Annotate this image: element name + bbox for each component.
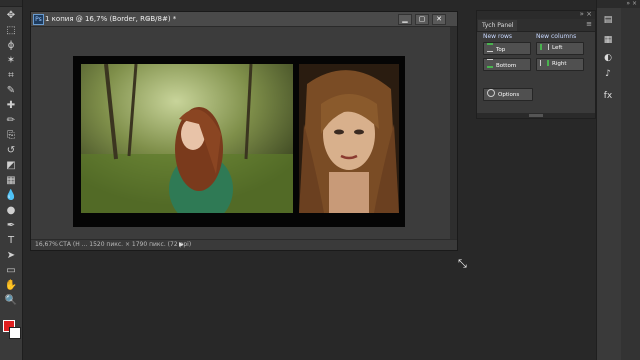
panel-scrollbar[interactable] bbox=[477, 113, 595, 118]
magic-wand-icon[interactable]: ✶ bbox=[4, 55, 18, 67]
crop-icon[interactable]: ⌗ bbox=[4, 70, 18, 82]
tools-panel-grip[interactable] bbox=[0, 0, 22, 7]
document-tab[interactable]: Ps 1 копия @ 16,7% (Border, RGB/8#) * × … bbox=[31, 12, 457, 27]
marquee-icon[interactable]: ⬚ bbox=[4, 25, 18, 37]
type-icon[interactable]: T bbox=[4, 235, 18, 247]
row-top-icon bbox=[487, 43, 493, 52]
status-menu-arrow-icon[interactable]: ▶ bbox=[179, 240, 184, 250]
dock-header[interactable]: » × bbox=[597, 0, 640, 8]
brush-icon[interactable]: ✏ bbox=[4, 115, 18, 127]
photoshop-doc-icon: Ps bbox=[33, 14, 44, 25]
bottom-button-label: Bottom bbox=[496, 63, 517, 69]
right-button[interactable]: Right bbox=[536, 58, 584, 71]
close-window-button[interactable]: ✕ bbox=[432, 14, 446, 25]
document-title[interactable]: 1 копия @ 16,7% (Border, RGB/8#) * bbox=[45, 12, 176, 26]
dodge-icon[interactable]: ● bbox=[4, 205, 18, 217]
status-bar: 16,67% СТА (Н ... 1520 пикс. × 1790 пикс… bbox=[31, 239, 457, 250]
tab-tych-panel[interactable]: Tych Panel bbox=[478, 20, 518, 31]
move-icon[interactable]: ✥ bbox=[4, 10, 18, 22]
panel-menu-icon[interactable]: ≡ bbox=[586, 20, 592, 28]
document-info: СТА (Н ... 1520 пикс. × 1790 пикс. (72 p… bbox=[59, 241, 192, 248]
path-select-icon[interactable]: ➤ bbox=[4, 250, 18, 262]
right-dock: » × ▤ ▦ ◐ ♪ fx bbox=[596, 0, 640, 360]
options-icon bbox=[487, 89, 495, 97]
document-window: Ps 1 копия @ 16,7% (Border, RGB/8#) * × … bbox=[30, 11, 458, 251]
options-button[interactable]: Options bbox=[483, 88, 533, 101]
audio-icon[interactable]: ♪ bbox=[601, 68, 615, 80]
zoom-icon[interactable]: 🔍 bbox=[4, 295, 18, 307]
shape-icon[interactable]: ▭ bbox=[4, 265, 18, 277]
panel-header[interactable]: » × bbox=[477, 10, 595, 19]
healing-brush-icon[interactable]: ✚ bbox=[4, 100, 18, 112]
history-icon[interactable]: ▤ bbox=[601, 14, 615, 26]
top-button[interactable]: Top bbox=[483, 42, 531, 55]
photo-right bbox=[299, 64, 399, 213]
blur-icon[interactable]: 💧 bbox=[4, 190, 18, 202]
lasso-icon[interactable]: ϕ bbox=[4, 40, 18, 52]
history-brush-icon[interactable]: ↺ bbox=[4, 145, 18, 157]
gradient-icon[interactable]: ▦ bbox=[4, 175, 18, 187]
vertical-scrollbar[interactable] bbox=[450, 27, 457, 240]
resize-cursor-icon: ⤡ bbox=[458, 257, 467, 270]
left-button[interactable]: Left bbox=[536, 42, 584, 55]
bottom-button[interactable]: Bottom bbox=[483, 58, 531, 71]
options-button-label: Options bbox=[498, 92, 520, 98]
photo-left bbox=[81, 64, 293, 213]
pen-icon[interactable]: ✒ bbox=[4, 220, 18, 232]
eraser-icon[interactable]: ◩ bbox=[4, 160, 18, 172]
zoom-level[interactable]: 16,67% bbox=[35, 240, 58, 250]
left-button-label: Left bbox=[552, 45, 563, 51]
color-swatches[interactable] bbox=[3, 320, 21, 342]
color-icon[interactable]: ▦ bbox=[601, 34, 615, 46]
row-bottom-icon bbox=[487, 59, 493, 68]
tych-border bbox=[73, 56, 405, 227]
tools-panel: ✥ ⬚ ϕ ✶ ⌗ ✎ ✚ ✏ ⎘ ↺ ◩ ▦ 💧 ● ✒ T ➤ ▭ ✋ 🔍 bbox=[0, 0, 23, 360]
panel-tabs: Tych Panel ≡ bbox=[477, 19, 595, 32]
canvas-area[interactable] bbox=[31, 27, 449, 240]
panel-close-icon[interactable]: » × bbox=[580, 10, 592, 18]
adjustments-icon[interactable]: ◐ bbox=[601, 52, 615, 64]
minimize-button[interactable]: ▁ bbox=[398, 14, 412, 25]
eyedropper-icon[interactable]: ✎ bbox=[4, 85, 18, 97]
new-columns-label: New columns bbox=[536, 33, 577, 40]
top-button-label: Top bbox=[496, 47, 506, 53]
close-tab-icon[interactable]: × bbox=[145, 12, 151, 26]
maximize-button[interactable]: ▢ bbox=[415, 14, 429, 25]
new-rows-label: New rows bbox=[483, 33, 513, 40]
tych-panel: » × Tych Panel ≡ New rows New columns To… bbox=[476, 10, 596, 119]
right-button-label: Right bbox=[552, 61, 567, 67]
hand-icon[interactable]: ✋ bbox=[4, 280, 18, 292]
styles-icon[interactable]: fx bbox=[601, 90, 615, 102]
dock-column bbox=[621, 8, 640, 360]
panel-scroll-thumb[interactable] bbox=[529, 114, 543, 117]
column-left-icon bbox=[540, 44, 549, 50]
clone-stamp-icon[interactable]: ⎘ bbox=[4, 130, 18, 142]
column-right-icon bbox=[540, 60, 549, 66]
background-color-swatch[interactable] bbox=[9, 327, 21, 339]
